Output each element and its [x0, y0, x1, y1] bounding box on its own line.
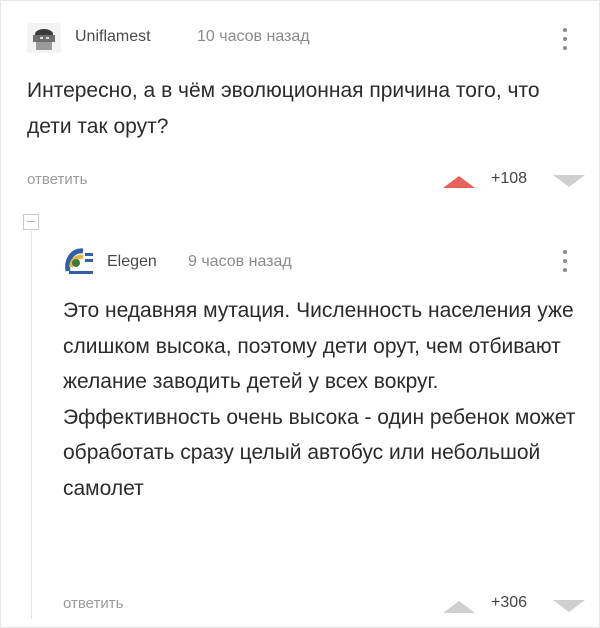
triangle-up-icon[interactable]	[441, 596, 477, 616]
triangle-down-icon[interactable]	[551, 596, 587, 616]
comment-text: Это недавняя мутация. Численность населе…	[63, 299, 576, 500]
triangle-up-icon[interactable]	[441, 171, 477, 191]
reply-button[interactable]: ответить	[63, 595, 123, 612]
rating-count: +108	[491, 170, 528, 187]
thread-line[interactable]	[31, 231, 32, 619]
vertical-dots-icon[interactable]	[557, 247, 573, 275]
vertical-dots-icon[interactable]	[557, 25, 573, 53]
comment-timestamp[interactable]: 9 часов назад	[188, 253, 292, 271]
comment-author[interactable]: Uniflamest	[75, 28, 151, 46]
rating-count: +306	[491, 594, 528, 611]
reply-button[interactable]: ответить	[27, 171, 87, 188]
comment-timestamp[interactable]: 10 часов назад	[197, 28, 310, 46]
avatar[interactable]	[63, 245, 97, 277]
triangle-down-icon[interactable]	[551, 171, 587, 191]
comment-author[interactable]: Elegen	[107, 253, 157, 271]
avatar[interactable]	[27, 23, 61, 53]
comment-text: Интересно, а в чём эволюционная причина …	[27, 79, 540, 138]
minus-square-icon[interactable]	[23, 214, 39, 230]
comments-panel: Uniflamest 10 часов назад Интересно, а в…	[0, 0, 600, 628]
